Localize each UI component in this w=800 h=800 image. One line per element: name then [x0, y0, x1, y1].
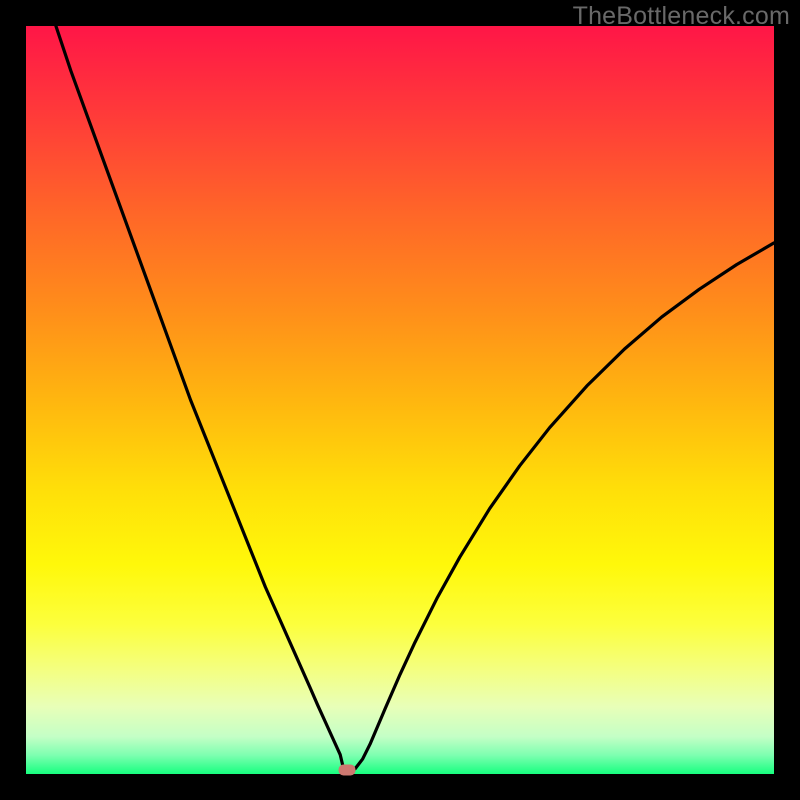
chart-frame: TheBottleneck.com: [0, 0, 800, 800]
plot-area: [26, 26, 774, 774]
bottleneck-curve: [26, 26, 774, 774]
curve-path: [56, 26, 774, 770]
optimum-marker: [338, 765, 355, 776]
watermark-text: TheBottleneck.com: [573, 2, 790, 31]
